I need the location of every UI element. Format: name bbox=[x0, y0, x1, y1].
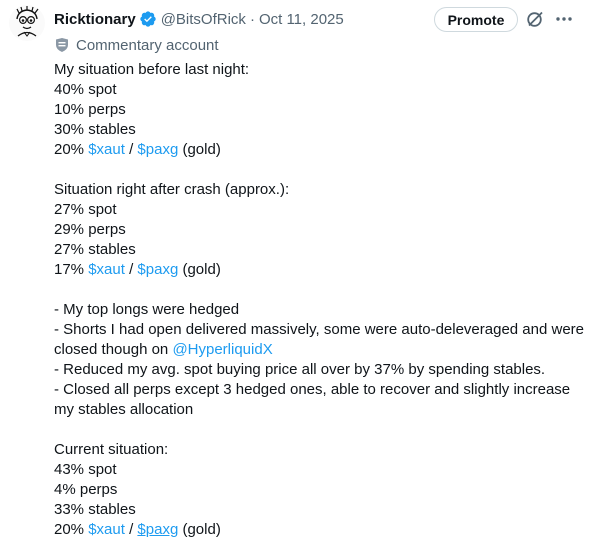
current-spot: 43% spot bbox=[54, 461, 117, 478]
note-1: - My top longs were hedged bbox=[54, 301, 240, 318]
commentary-label[interactable]: Commentary account bbox=[54, 35, 219, 55]
display-name[interactable]: Ricktionary bbox=[54, 11, 136, 28]
more-icon[interactable] bbox=[554, 9, 574, 29]
avatar[interactable] bbox=[8, 4, 46, 42]
post-date[interactable]: Oct 11, 2025 bbox=[259, 11, 344, 28]
cartoon-avatar-icon bbox=[9, 5, 45, 41]
grok-icon[interactable] bbox=[525, 9, 545, 29]
slash: / bbox=[124, 261, 138, 278]
current-heading: Current situation: bbox=[54, 441, 169, 458]
gold-pct: 17% bbox=[54, 261, 89, 278]
paxg-cashtag-link[interactable]: $paxg bbox=[137, 261, 178, 278]
before-spot: 40% spot bbox=[54, 81, 117, 98]
slash: / bbox=[124, 521, 138, 538]
separator-dot: · bbox=[249, 10, 255, 28]
commentary-label-text: Commentary account bbox=[76, 36, 219, 54]
gold-suffix: (gold) bbox=[178, 141, 221, 158]
current-gold: 20% $xaut / $paxg (gold) bbox=[54, 520, 584, 540]
xaut-cashtag-link[interactable]: $xaut bbox=[88, 521, 125, 538]
note-2-text: - Shorts I had open delivered massively,… bbox=[54, 321, 585, 358]
shield-icon bbox=[54, 37, 70, 53]
before-gold: 20% $xaut / $paxg (gold) bbox=[54, 140, 584, 160]
before-heading: My situation before last night: bbox=[54, 61, 250, 78]
after-perps: 29% perps bbox=[54, 221, 126, 238]
paxg-cashtag-link[interactable]: $paxg bbox=[137, 141, 178, 158]
promote-button[interactable]: Promote bbox=[434, 7, 518, 32]
before-stables: 30% stables bbox=[54, 121, 136, 138]
current-perps: 4% perps bbox=[54, 481, 118, 498]
note-2: - Shorts I had open delivered massively,… bbox=[54, 320, 584, 360]
xaut-cashtag-link[interactable]: $xaut bbox=[88, 261, 125, 278]
author-handle[interactable]: @BitsOfRick bbox=[161, 11, 246, 28]
note-4: - Closed all perps except 3 hedged ones,… bbox=[54, 381, 571, 418]
after-stables: 27% stables bbox=[54, 241, 136, 258]
verified-badge-icon[interactable] bbox=[139, 10, 157, 28]
gold-suffix: (gold) bbox=[178, 261, 221, 278]
paxg-cashtag-link[interactable]: $paxg bbox=[137, 521, 178, 538]
before-perps: 10% perps bbox=[54, 101, 126, 118]
after-heading: Situation right after crash (approx.): bbox=[54, 181, 290, 198]
after-spot: 27% spot bbox=[54, 201, 117, 218]
note-3: - Reduced my avg. spot buying price all … bbox=[54, 361, 546, 378]
post-body: My situation before last night: 40% spot… bbox=[54, 60, 584, 540]
hyperliquid-mention-link[interactable]: @HyperliquidX bbox=[172, 341, 272, 358]
gold-suffix: (gold) bbox=[178, 521, 221, 538]
slash: / bbox=[124, 141, 138, 158]
xaut-cashtag-link[interactable]: $xaut bbox=[88, 141, 125, 158]
after-gold: 17% $xaut / $paxg (gold) bbox=[54, 260, 584, 280]
gold-pct: 20% bbox=[54, 521, 89, 538]
gold-pct: 20% bbox=[54, 141, 89, 158]
current-stables: 33% stables bbox=[54, 501, 136, 518]
